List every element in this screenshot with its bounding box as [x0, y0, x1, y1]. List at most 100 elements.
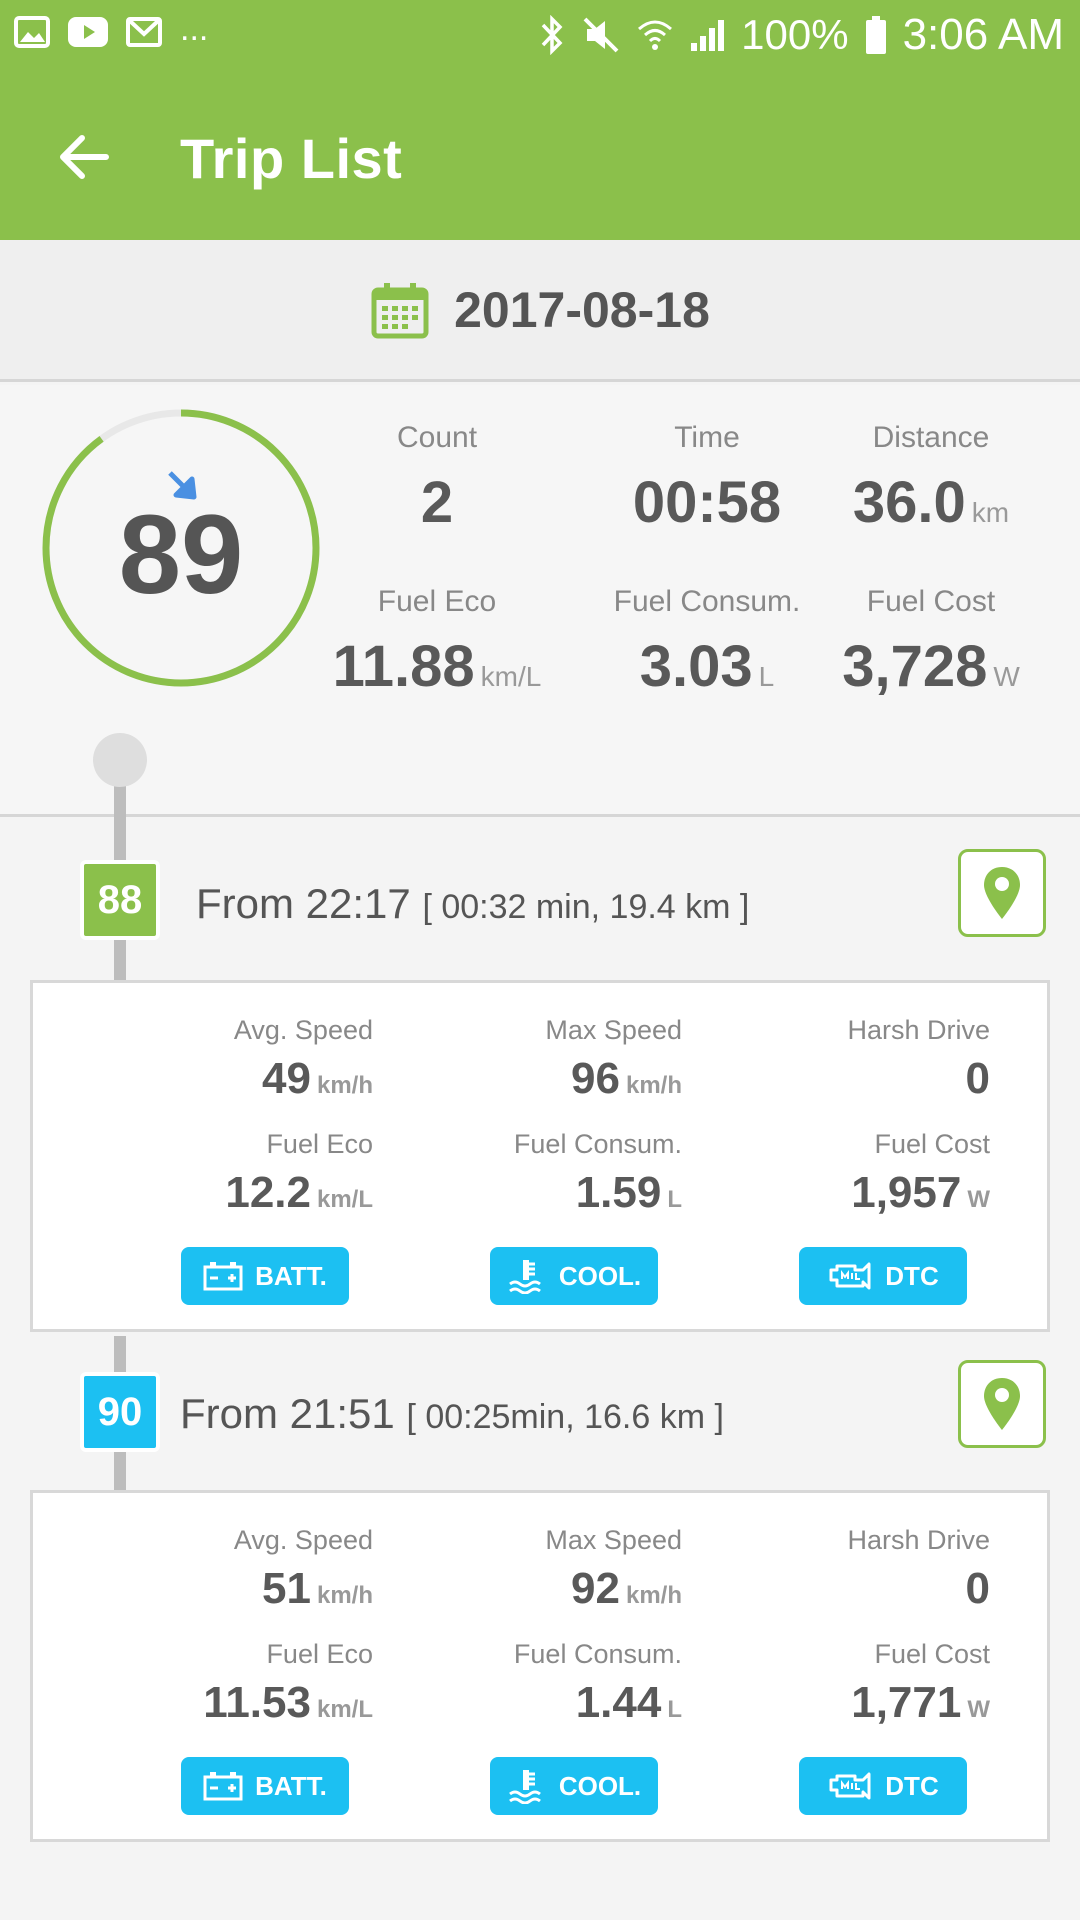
avg-speed-number: 49 — [262, 1054, 311, 1103]
notification-icons: ... — [14, 12, 208, 48]
stat-value: 3,728 W — [806, 633, 1056, 700]
trip-header[interactable]: From 21:51 [ 00:25min, 16.6 km ] — [180, 1390, 724, 1438]
trip-header[interactable]: From 22:17 [ 00:32 min, 19.4 km ] — [196, 880, 749, 928]
speed-unit: km/h — [625, 1072, 682, 1099]
fuel-cost-number: 1,771 — [851, 1678, 962, 1727]
back-button[interactable] — [50, 122, 120, 192]
metric-avg-speed: Avg. Speed 51 km/h — [113, 1525, 373, 1614]
metric-label: Fuel Consum. — [513, 1129, 682, 1159]
stat-value: 2 — [420, 470, 454, 535]
stat-value: 3.03 L — [582, 633, 832, 700]
fuel-eco-unit: km/L — [316, 1186, 373, 1213]
bluetooth-icon — [541, 15, 563, 55]
mute-icon — [583, 17, 619, 53]
map-location-button[interactable] — [958, 1360, 1046, 1448]
metric-label: Fuel Eco — [266, 1639, 373, 1669]
battery-icon — [865, 16, 886, 54]
map-pin-icon — [984, 867, 1020, 919]
dtc-button[interactable]: DTC — [799, 1247, 967, 1305]
date-selector[interactable]: 2017-08-18 — [0, 240, 1080, 382]
fuel-consum-number: 3.03 — [639, 634, 753, 699]
page-title: Trip List — [180, 127, 403, 190]
timeline-start-dot — [93, 733, 147, 787]
stat-time: Time 00:58 — [582, 421, 832, 536]
fuel-cost-unit: W — [967, 1186, 990, 1213]
fuel-consum-number: 1.44 — [575, 1678, 662, 1727]
daily-summary: 89 Count 2 Time 00:58 Distance 36.0 km Fu… — [0, 385, 1080, 817]
stat-value: 36.0 km — [806, 469, 1056, 536]
metric-fuel-eco: Fuel Eco 12.2 km/L — [113, 1129, 373, 1218]
metric-value: 1.44 L — [422, 1678, 682, 1728]
max-speed-number: 92 — [571, 1564, 620, 1613]
metric-label: Max Speed — [545, 1525, 682, 1555]
coolant-button[interactable]: COOL. — [490, 1757, 658, 1815]
stat-label: Distance — [872, 421, 990, 454]
stat-fuel-cost: Fuel Cost 3,728 W — [806, 585, 1056, 700]
metric-label: Fuel Eco — [266, 1129, 373, 1159]
metric-value: 1,771 W — [730, 1678, 990, 1728]
daily-score: 89 — [118, 492, 244, 617]
metric-value: 0 — [965, 1564, 990, 1613]
metric-fuel-cost: Fuel Cost 1,771 W — [730, 1639, 990, 1728]
clock: 3:06 AM — [902, 10, 1064, 59]
metric-value: 11.53 km/L — [113, 1678, 373, 1728]
coolant-icon — [508, 1260, 541, 1294]
distance-number: 36.0 — [852, 470, 966, 535]
metric-fuel-cost: Fuel Cost 1,957 W — [730, 1129, 990, 1218]
signal-icon — [691, 20, 725, 51]
selected-date: 2017-08-18 — [454, 281, 710, 338]
metric-value: 1,957 W — [730, 1168, 990, 1218]
metric-value: 49 km/h — [113, 1054, 373, 1104]
stat-label: Fuel Cost — [866, 585, 996, 618]
stat-label: Fuel Eco — [377, 585, 497, 618]
dtc-button[interactable]: DTC — [799, 1757, 967, 1815]
stat-value: 00:58 — [632, 470, 782, 535]
metric-value: 51 km/h — [113, 1564, 373, 1614]
map-pin-icon — [984, 1378, 1020, 1430]
fuel-eco-unit: km/L — [480, 661, 542, 692]
fuel-eco-number: 11.53 — [203, 1678, 311, 1727]
trip-start: From 22:17 — [196, 880, 411, 927]
trip-detail-card: Avg. Speed 49 km/h Max Speed 96 km/h Harsh… — [30, 980, 1050, 1332]
battery-button[interactable]: BATT. — [181, 1247, 349, 1305]
avg-speed-number: 51 — [262, 1564, 311, 1613]
coolant-icon — [508, 1770, 541, 1804]
trip-detail: [ 00:25min, 16.6 km ] — [406, 1398, 724, 1436]
fuel-eco-number: 12.2 — [225, 1168, 311, 1217]
metric-value: 96 km/h — [422, 1054, 682, 1104]
youtube-icon — [68, 17, 108, 47]
fuel-eco-number: 11.88 — [332, 634, 475, 699]
engine-check-icon — [829, 1262, 871, 1290]
fuel-cost-unit: W — [993, 661, 1020, 692]
app-bar: Trip List — [0, 74, 1080, 240]
metric-label: Fuel Cost — [874, 1639, 990, 1669]
max-speed-number: 96 — [571, 1054, 620, 1103]
calendar-icon — [371, 282, 429, 338]
trip-score-badge: 90 — [80, 1372, 160, 1452]
metric-label: Avg. Speed — [233, 1015, 373, 1045]
more-notifications: ... — [180, 10, 209, 48]
metric-harsh-drive: Harsh Drive 0 — [730, 1525, 990, 1614]
metric-label: Fuel Cost — [874, 1129, 990, 1159]
fuel-eco-unit: km/L — [316, 1696, 373, 1723]
trip-score-badge: 88 — [80, 860, 160, 940]
stat-fuel-eco: Fuel Eco 11.88 km/L — [312, 585, 562, 700]
battery-button[interactable]: BATT. — [181, 1757, 349, 1815]
battery-percent: 100% — [741, 11, 849, 58]
dtc-label: DTC — [885, 1260, 939, 1291]
coolant-button[interactable]: COOL. — [490, 1247, 658, 1305]
trip-score: 88 — [97, 877, 143, 922]
stat-label: Fuel Consum. — [613, 585, 801, 618]
trip-start: From 21:51 — [180, 1390, 395, 1437]
metric-label: Harsh Drive — [847, 1015, 990, 1045]
map-location-button[interactable] — [958, 849, 1046, 937]
engine-check-icon — [829, 1772, 871, 1800]
fuel-cost-unit: W — [967, 1696, 990, 1723]
metric-label: Fuel Consum. — [513, 1639, 682, 1669]
metric-value: 1.59 L — [422, 1168, 682, 1218]
stat-label: Time — [674, 421, 740, 454]
trip-detail: [ 00:32 min, 19.4 km ] — [422, 888, 750, 926]
metric-harsh-drive: Harsh Drive 0 — [730, 1015, 990, 1104]
battery-label: BATT. — [255, 1260, 327, 1291]
metric-label: Max Speed — [545, 1015, 682, 1045]
